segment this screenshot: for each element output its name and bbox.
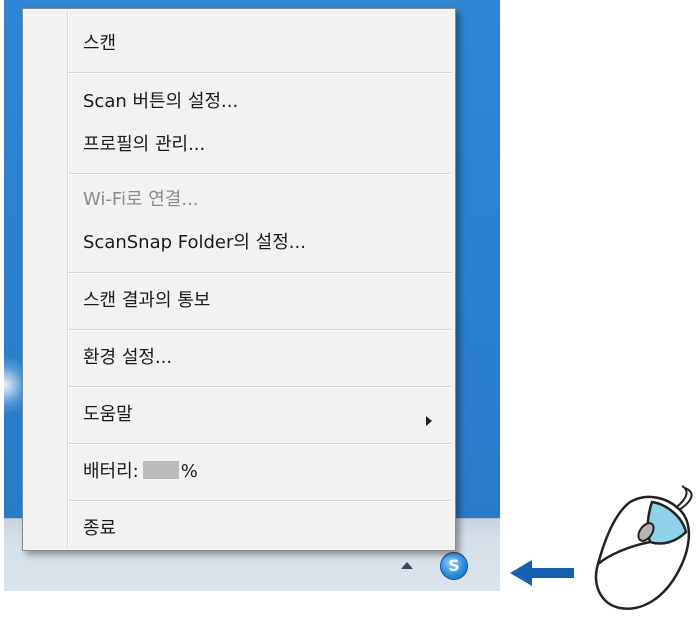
menu-item-help[interactable]: 도움말 — [83, 400, 133, 430]
menu-item-battery: 배터리:% — [83, 457, 198, 487]
menu-item-preferences[interactable]: 환경 설정... — [83, 343, 172, 373]
submenu-arrow-icon — [426, 416, 432, 426]
menu-item-profile-management[interactable]: 프로필의 관리... — [83, 130, 205, 160]
context-menu: 스캔 Scan 버튼의 설정... 프로필의 관리... Wi-Fi로 연결..… — [22, 8, 456, 551]
menu-separator — [69, 272, 451, 274]
menu-separator — [69, 386, 451, 388]
menu-separator — [69, 329, 451, 331]
battery-value-redacted — [142, 461, 179, 479]
menu-item-connect-wifi: Wi-Fi로 연결... — [83, 189, 199, 210]
left-arrow-icon — [510, 560, 574, 586]
menu-separator — [69, 173, 451, 175]
menu-item-exit[interactable]: 종료 — [83, 514, 116, 544]
menu-item-scan-result-notification[interactable]: 스캔 결과의 통보 — [83, 286, 210, 316]
menu-separator — [69, 72, 451, 74]
battery-label: 배터리: — [83, 461, 139, 482]
menu-item-scansnap-folder-settings[interactable]: ScanSnap Folder의 설정... — [83, 228, 306, 258]
menu-item-scan-button-settings[interactable]: Scan 버튼의 설정... — [83, 87, 238, 117]
menu-gutter — [67, 11, 69, 548]
battery-percent-sign: % — [180, 461, 198, 482]
scansnap-manager-icon[interactable]: S — [440, 552, 468, 580]
menu-item-scan[interactable]: 스캔 — [83, 29, 116, 59]
mouse-right-click-icon — [594, 485, 693, 610]
menu-separator — [69, 443, 451, 445]
menu-separator — [69, 500, 451, 502]
show-hidden-icons-icon[interactable] — [401, 562, 413, 569]
